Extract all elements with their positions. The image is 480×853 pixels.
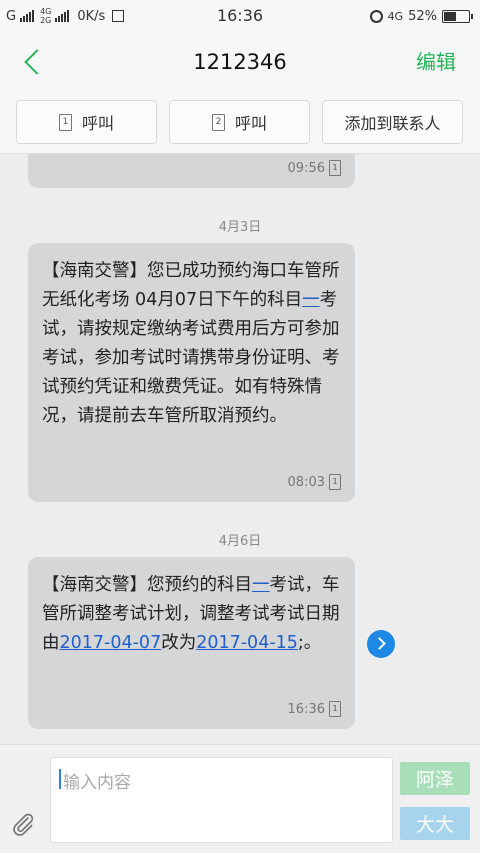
call-sim2-label: 呼叫 [234,114,267,133]
edit-button[interactable]: 编辑 [416,32,456,92]
sim-icon: 1 [329,474,341,490]
message-bubble[interactable]: 【海南交警】您预约的科目一考试，车管所调整考试计划，调整考试考试日期由2017-… [28,557,355,729]
attachment-icon[interactable] [10,811,36,837]
message-time: 09:56 [287,160,325,176]
date-link[interactable]: 2017-04-15 [196,633,298,653]
alarm-icon [369,9,383,23]
network-right-label: 4G [387,9,404,23]
text-cursor [59,769,61,789]
message-meta: 09:56 1 [288,160,341,176]
add-to-contacts-button[interactable]: 添加到联系人 [322,100,463,144]
battery-fill [444,11,456,21]
message-time: 08:03 [287,474,325,490]
message-text: 【海南交警】您预约的科目一考试，车管所调整考试计划，调整考试考试日期由2017-… [42,575,340,653]
subject-link[interactable]: 一 [252,575,270,595]
action-bar: 1 呼叫 2 呼叫 添加到联系人 [0,92,480,154]
battery-icon [442,9,473,23]
message-meta: 16:36 1 [288,701,341,717]
send-button-bottom[interactable]: 大大 [400,807,470,840]
date-link[interactable]: 2017-04-07 [60,633,162,653]
message-bubble[interactable]: 【海南交警】您已成功预约海口车管所无纸化考场 04月07日下午的科目一考试，请按… [28,243,355,502]
message-input[interactable]: 输入内容 [50,757,393,843]
date-separator: 4月6日 [218,534,262,549]
sim1-icon: 1 [58,113,72,131]
date-separator: 4月3日 [218,220,262,235]
send-button-top[interactable]: 阿泽 [400,762,470,795]
message-input-placeholder: 输入内容 [63,773,131,793]
message-text: 【海南交警】您已成功预约海口车管所无纸化考场 04月07日下午的科目一考试，请按… [42,261,340,426]
call-sim1-button[interactable]: 1 呼叫 [16,100,157,144]
conversation-header: 1212346 编辑 [0,32,480,92]
call-sim2-button[interactable]: 2 呼叫 [169,100,310,144]
add-to-contacts-label: 添加到联系人 [344,114,441,133]
sim-icon: 1 [329,701,341,717]
battery-percent: 52% [408,8,437,24]
composer-bar: 输入内容 阿泽 大大 [0,744,480,853]
call-sim1-label: 呼叫 [81,114,114,133]
message-bubble-previous[interactable]: 09:56 1 [28,154,355,188]
message-list[interactable]: 09:56 1 4月3日 【海南交警】您已成功预约海口车管所无纸化考场 04月0… [0,154,480,744]
message-meta: 08:03 1 [288,474,341,490]
status-bar: G 4G 2G 0K/s 16:36 4G 52% [0,0,480,32]
status-right: 4G 52% [369,0,473,32]
message-time: 16:36 [287,701,325,717]
sim-icon: 1 [329,160,341,176]
subject-link[interactable]: 一 [302,290,320,310]
sim2-icon: 2 [211,113,225,131]
chevron-right-icon[interactable] [367,630,395,658]
contact-number-title: 1212346 [193,50,287,74]
